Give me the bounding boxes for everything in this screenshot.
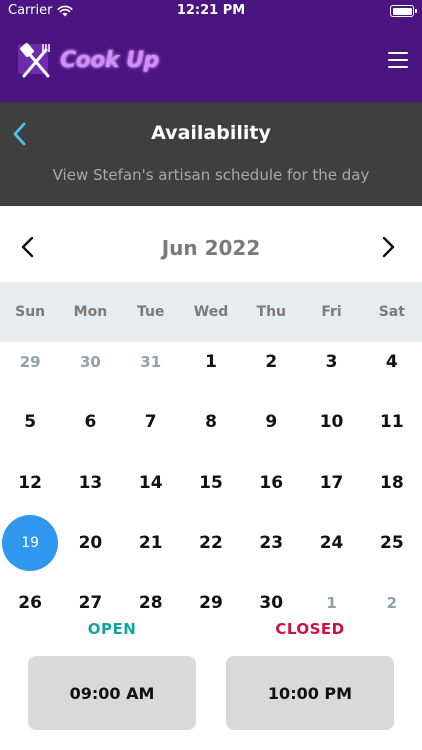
open-time-button[interactable]: 09:00 AM [28,656,196,730]
calendar-day[interactable]: 30 [60,332,120,392]
calendar-day[interactable]: 24 [301,513,361,573]
spatula-fork-logo-icon [18,43,50,78]
calendar-day[interactable]: 31 [121,332,181,392]
app-bar: Cook Up [0,22,422,102]
month-navigator: Jun 2022 [0,206,422,282]
next-month-chevron-icon[interactable] [380,236,396,258]
calendar-day[interactable]: 15 [181,453,241,513]
calendar-day[interactable]: 20 [60,513,120,573]
calendar-day[interactable]: 2 [241,332,301,392]
calendar-grid: 29 30 31 1 2 3 4 5 6 7 8 9 10 11 12 13 1… [0,332,422,633]
calendar-week: 5 6 7 8 9 10 11 [0,392,422,452]
calendar-day-selected[interactable]: 19 [0,513,60,573]
closed-label: CLOSED [275,620,345,638]
calendar-day[interactable]: 13 [60,453,120,513]
calendar-day[interactable]: 29 [0,332,60,392]
status-bar: Carrier 12:21 PM [0,0,422,22]
calendar-day[interactable]: 16 [241,453,301,513]
hours-labels: OPEN CLOSED [0,620,422,646]
calendar-day[interactable]: 25 [362,513,422,573]
close-time-button[interactable]: 10:00 PM [226,656,394,730]
calendar-day[interactable]: 10 [301,392,361,452]
calendar-day[interactable]: 6 [60,392,120,452]
calendar-day[interactable]: 21 [121,513,181,573]
page-caption: View Stefan's artisan schedule for the d… [52,166,370,184]
calendar-day[interactable]: 9 [241,392,301,452]
calendar-day[interactable]: 1 [181,332,241,392]
selected-day-number: 19 [21,534,40,551]
hamburger-menu-icon[interactable] [388,52,408,68]
calendar-day[interactable]: 14 [121,453,181,513]
calendar-day[interactable]: 3 [301,332,361,392]
calendar-day[interactable]: 11 [362,392,422,452]
calendar-day[interactable]: 18 [362,453,422,513]
calendar-day[interactable]: 23 [241,513,301,573]
calendar-day[interactable]: 17 [301,453,361,513]
month-label: Jun 2022 [161,236,261,260]
calendar-week: 12 13 14 15 16 17 18 [0,453,422,513]
calendar-week: 29 30 31 1 2 3 4 [0,332,422,392]
calendar-day[interactable]: 8 [181,392,241,452]
status-time: 12:21 PM [176,3,246,18]
availability-header: Availability View Stefan's artisan sched… [0,102,422,206]
calendar-day[interactable]: 22 [181,513,241,573]
open-label: OPEN [87,620,137,638]
calendar-week: 19 20 21 22 23 24 25 [0,513,422,573]
calendar-day[interactable]: 12 [0,453,60,513]
calendar-day[interactable]: 4 [362,332,422,392]
calendar-day[interactable]: 5 [0,392,60,452]
battery-icon [390,5,417,17]
page-title: Availability [151,122,271,144]
calendar-day[interactable]: 7 [121,392,181,452]
logo-text: Cook Up [60,47,159,73]
app-logo[interactable]: Cook Up [16,40,159,80]
